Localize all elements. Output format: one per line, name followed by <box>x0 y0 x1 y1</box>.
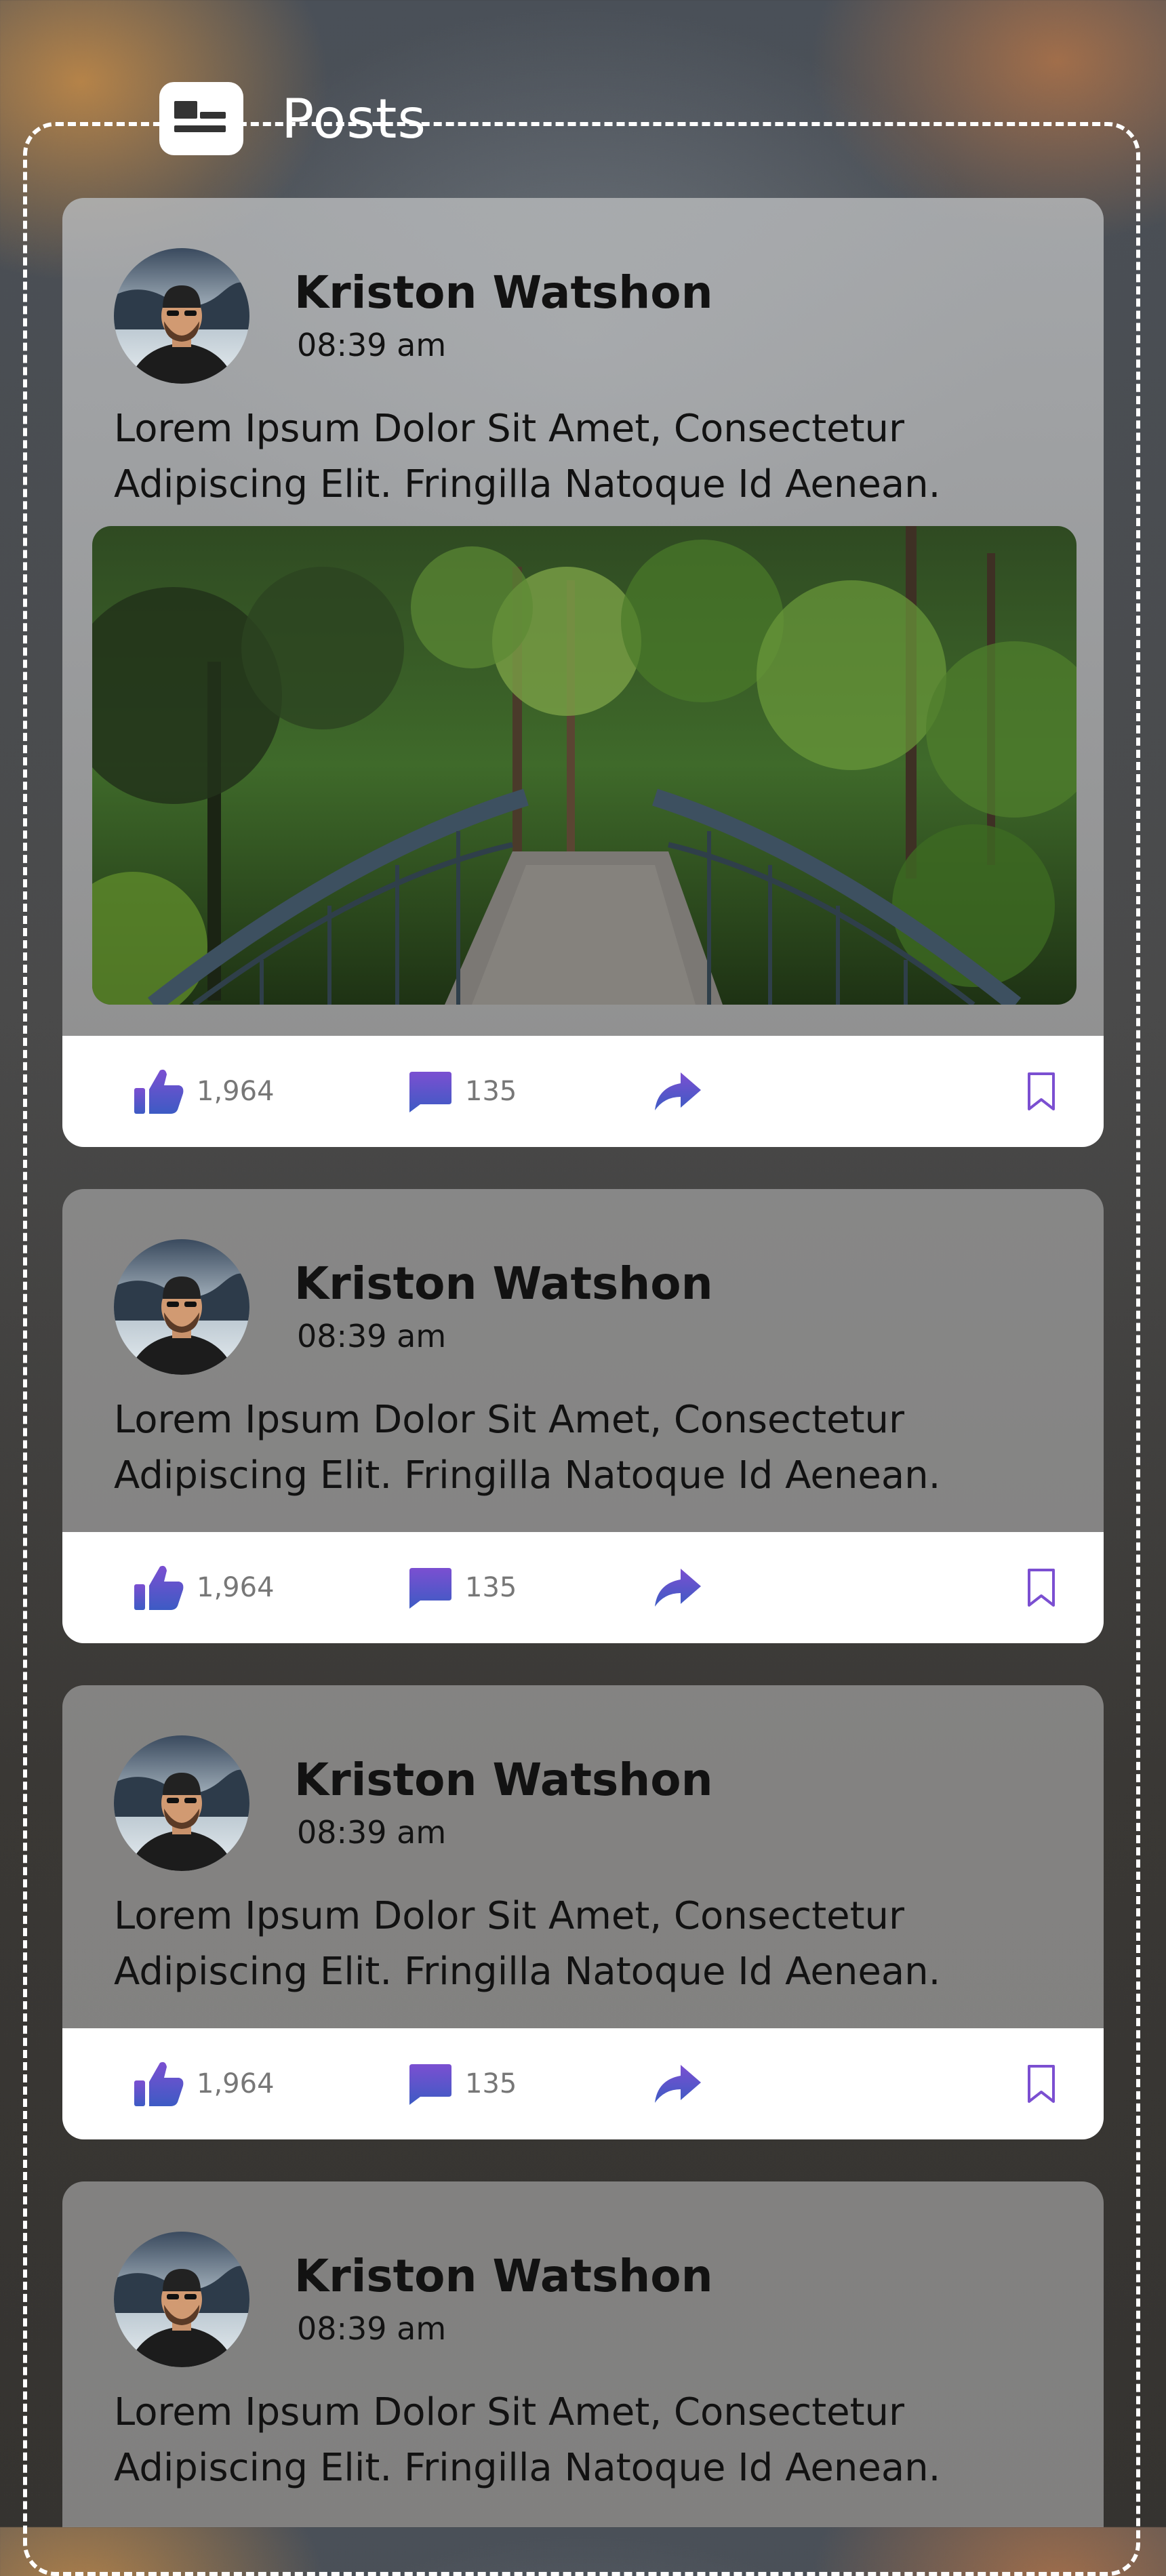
post-time: 08:39 am <box>297 1318 447 1355</box>
post-header: Kriston Watshon 08:39 am <box>114 2232 713 2367</box>
comment-icon <box>409 2064 451 2105</box>
avatar[interactable] <box>114 1239 249 1375</box>
comment-button[interactable]: 135 <box>405 1036 517 1147</box>
share-button[interactable] <box>654 1036 702 1147</box>
post-image[interactable] <box>92 526 1077 1005</box>
avatar[interactable] <box>114 248 249 384</box>
bookmark-button[interactable] <box>1026 1532 1056 1643</box>
post-card: Kriston Watshon 08:39 am Lorem Ipsum Dol… <box>62 2181 1104 2527</box>
author-name[interactable]: Kriston Watshon <box>294 268 713 318</box>
comment-count: 135 <box>465 2068 517 2099</box>
post-actions: 1,964 135 <box>62 1036 1104 1147</box>
post-text: Lorem Ipsum Dolor Sit Amet, Consectetur … <box>114 2390 941 2490</box>
bookmark-button[interactable] <box>1026 1036 1056 1147</box>
section-header: Posts <box>159 81 426 156</box>
comment-count: 135 <box>465 1572 517 1603</box>
author-name[interactable]: Kriston Watshon <box>294 1259 713 1309</box>
section-title: Posts <box>281 87 427 150</box>
author-name[interactable]: Kriston Watshon <box>294 2251 713 2301</box>
bookmark-icon <box>1028 1072 1055 1110</box>
comment-icon <box>409 1072 451 1112</box>
comment-button[interactable]: 135 <box>405 1532 517 1643</box>
post-card: Kriston Watshon 08:39 am Lorem Ipsum Dol… <box>62 1685 1104 2139</box>
thumbs-up-icon <box>134 1069 184 1114</box>
post-header: Kriston Watshon 08:39 am <box>114 248 713 384</box>
news-icon <box>159 82 243 155</box>
share-icon <box>655 2065 701 2103</box>
post-text: Lorem Ipsum Dolor Sit Amet, Consectetur … <box>114 1398 941 1497</box>
post-time: 08:39 am <box>297 327 447 364</box>
post-header: Kriston Watshon 08:39 am <box>114 1735 713 1871</box>
share-icon <box>655 1569 701 1607</box>
post-text: Lorem Ipsum Dolor Sit Amet, Consectetur … <box>114 1894 941 1994</box>
thumbs-up-icon <box>134 2061 184 2106</box>
post-text: Lorem Ipsum Dolor Sit Amet, Consectetur … <box>114 407 941 506</box>
like-count: 1,964 <box>197 1572 275 1603</box>
bookmark-icon <box>1028 1569 1055 1607</box>
thumbs-up-icon <box>134 1565 184 1610</box>
post-card: Kriston Watshon 08:39 am Lorem Ipsum Dol… <box>62 1189 1104 1643</box>
post-actions: 1,964 135 <box>62 1532 1104 1643</box>
like-button[interactable]: 1,964 <box>133 1036 275 1147</box>
comment-count: 135 <box>465 1076 517 1107</box>
post-time: 08:39 am <box>297 1814 447 1851</box>
bookmark-icon <box>1028 2065 1055 2103</box>
avatar[interactable] <box>114 1735 249 1871</box>
like-button[interactable]: 1,964 <box>133 1532 275 1643</box>
like-count: 1,964 <box>197 2068 275 2099</box>
comment-button[interactable]: 135 <box>405 2028 517 2139</box>
like-button[interactable]: 1,964 <box>133 2028 275 2139</box>
like-count: 1,964 <box>197 1076 275 1107</box>
post-header: Kriston Watshon 08:39 am <box>114 1239 713 1375</box>
comment-icon <box>409 1568 451 1609</box>
post-time: 08:39 am <box>297 2310 447 2348</box>
share-button[interactable] <box>654 2028 702 2139</box>
bookmark-button[interactable] <box>1026 2028 1056 2139</box>
share-icon <box>655 1072 701 1110</box>
post-card: Kriston Watshon 08:39 am Lorem Ipsum Dol… <box>62 198 1104 1147</box>
share-button[interactable] <box>654 1532 702 1643</box>
author-name[interactable]: Kriston Watshon <box>294 1755 713 1805</box>
post-actions: 1,964 135 <box>62 2028 1104 2139</box>
avatar[interactable] <box>114 2232 249 2367</box>
